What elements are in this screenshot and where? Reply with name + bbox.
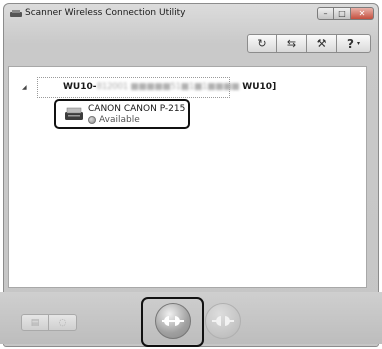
refresh-icon: ↻ (257, 37, 267, 50)
connect-icon (162, 316, 184, 326)
refresh-button[interactable]: ↻ (247, 34, 277, 53)
bottom-left-buttons: ▤ ◌ (21, 314, 77, 331)
switch-connection-button[interactable]: ⇆ (277, 34, 307, 53)
minimize-button[interactable]: – (317, 7, 334, 20)
tree-expand-icon[interactable]: ◢ (22, 84, 27, 91)
window-title: Scanner Wireless Connection Utility (25, 8, 186, 18)
tools-button[interactable]: ⚒ (307, 34, 337, 53)
disconnect-button[interactable] (205, 303, 241, 339)
status-indicator-icon (88, 116, 96, 124)
chevron-down-icon: ▾ (356, 40, 360, 47)
scanner-app-icon (10, 10, 22, 17)
window-controls: – □ ✕ (317, 7, 374, 20)
device-status: Available (88, 115, 140, 125)
maximize-button[interactable]: □ (334, 7, 351, 20)
connect-button[interactable] (155, 303, 191, 339)
device-status-text: Available (99, 115, 140, 125)
close-button[interactable]: ✕ (351, 7, 374, 20)
device-name: CANON CANON P-215 (88, 104, 186, 114)
obscured-serial: 812001 ■■■■■51■1■1■■■■ (96, 82, 240, 92)
tree-node-label: WU10-812001 ■■■■■51■1■1■■■■ WU10] (63, 82, 277, 92)
switch-icon: ⇆ (286, 37, 297, 50)
message-button[interactable]: ◌ (49, 314, 77, 331)
list-icon: ▤ (30, 317, 40, 328)
toolbar: ↻ ⇆ ⚒ ? ▾ (247, 34, 371, 53)
disconnect-icon (212, 316, 234, 326)
help-icon: ? (347, 36, 354, 51)
details-button[interactable]: ▤ (21, 314, 49, 331)
title-bar[interactable]: Scanner Wireless Connection Utility – □ … (4, 4, 378, 26)
scanner-icon (65, 107, 83, 120)
comment-icon: ◌ (58, 317, 67, 328)
help-button[interactable]: ? ▾ (337, 34, 371, 53)
tools-icon: ⚒ (316, 37, 327, 50)
